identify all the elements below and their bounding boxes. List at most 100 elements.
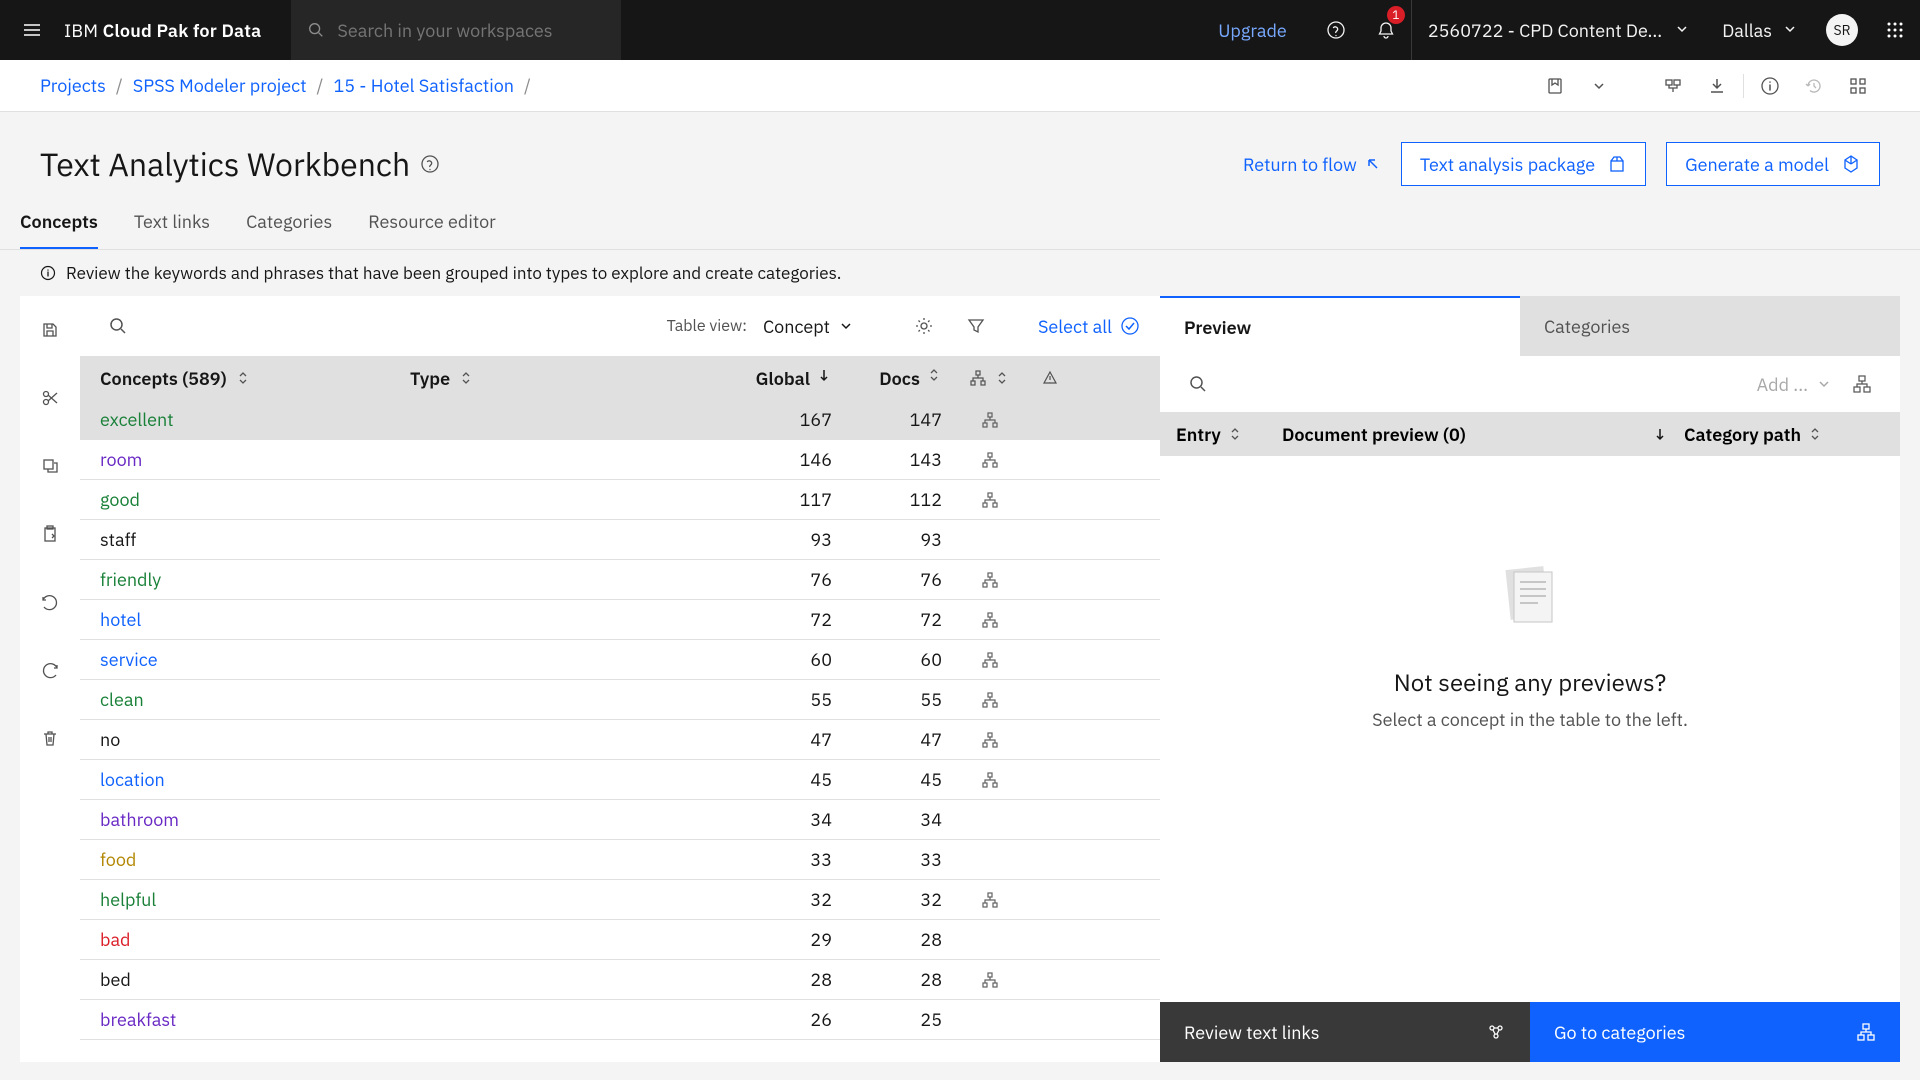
history-icon [1804, 76, 1824, 96]
arrow-up-left-icon [1365, 156, 1381, 172]
table-view-select[interactable]: Concept [763, 315, 854, 338]
sort-icon[interactable] [235, 370, 251, 386]
info-button[interactable] [1748, 60, 1792, 112]
table-row[interactable]: no4747 [80, 720, 1160, 760]
col-docs-header[interactable]: Docs [879, 367, 920, 390]
global-cell: 28 [730, 968, 840, 991]
global-cell: 72 [730, 608, 840, 631]
upload-button[interactable] [1651, 60, 1695, 112]
sort-icon[interactable] [926, 367, 942, 383]
concepts-table-body[interactable]: excellent167147room146143good117112staff… [80, 400, 1160, 1062]
notifications-button[interactable]: 1 [1361, 0, 1411, 60]
account-switcher[interactable]: 2560722 - CPD Content De... [1411, 0, 1706, 60]
cut-button[interactable] [30, 378, 70, 418]
table-row[interactable]: staff9393 [80, 520, 1160, 560]
hierarchy-button[interactable] [1844, 366, 1880, 402]
undo-button[interactable] [30, 582, 70, 622]
user-avatar[interactable]: SR [1826, 14, 1858, 46]
col-type-header[interactable]: Type [410, 367, 450, 390]
paste-icon [40, 524, 60, 544]
sort-icon[interactable] [994, 370, 1010, 386]
sort-icon[interactable] [458, 370, 474, 386]
filter-button[interactable] [958, 308, 994, 344]
tab-preview-categories[interactable]: Categories [1520, 296, 1880, 356]
docs-cell: 147 [840, 408, 950, 431]
bookmark-button[interactable] [1533, 60, 1577, 112]
col-global-header[interactable]: Global [756, 367, 810, 390]
concept-cell: bad [80, 928, 410, 951]
copy-button[interactable] [30, 446, 70, 486]
docs-cell: 112 [840, 488, 950, 511]
table-row[interactable]: helpful3232 [80, 880, 1160, 920]
table-row[interactable]: clean5555 [80, 680, 1160, 720]
return-to-flow-link[interactable]: Return to flow [1243, 153, 1381, 176]
table-row[interactable]: food3333 [80, 840, 1160, 880]
arrow-down-icon[interactable] [816, 367, 832, 383]
text-analysis-package-button[interactable]: Text analysis package [1401, 142, 1646, 186]
menu-button[interactable] [0, 0, 64, 60]
package-icon [1607, 154, 1627, 174]
history-button[interactable] [1792, 60, 1836, 112]
help-button[interactable] [1311, 0, 1361, 60]
help-icon[interactable] [420, 154, 440, 174]
download-button[interactable] [1695, 60, 1739, 112]
delete-button[interactable] [30, 718, 70, 758]
review-text-links-button[interactable]: Review text links [1160, 1002, 1530, 1062]
concepts-toolbar: Table view: Concept Select all [80, 296, 1160, 356]
col-doc-header[interactable]: Document preview (0) [1282, 423, 1466, 446]
tab-text-links[interactable]: Text links [134, 210, 210, 249]
table-row[interactable]: room146143 [80, 440, 1160, 480]
tab-categories[interactable]: Categories [246, 210, 332, 249]
table-row[interactable]: location4545 [80, 760, 1160, 800]
app-header: IBM Cloud Pak for Data Upgrade 1 2560722… [0, 0, 1920, 60]
sort-icon[interactable] [1807, 426, 1823, 442]
docs-cell: 28 [840, 928, 950, 951]
breadcrumb-link[interactable]: 15 - Hotel Satisfaction [333, 74, 514, 97]
search-concepts-button[interactable] [100, 308, 136, 344]
upgrade-link[interactable]: Upgrade [1194, 0, 1311, 60]
col-cat-header[interactable]: Category path [1684, 423, 1801, 446]
breadcrumb-link[interactable]: Projects [40, 74, 106, 97]
table-row[interactable]: bed2828 [80, 960, 1160, 1000]
search-preview-button[interactable] [1180, 366, 1216, 402]
search-icon [1188, 374, 1208, 394]
arrow-down-icon[interactable] [1652, 426, 1668, 442]
hierarchy-icon [1852, 374, 1872, 394]
global-cell: 55 [730, 688, 840, 711]
tab-preview[interactable]: Preview [1160, 296, 1520, 356]
generate-model-button[interactable]: Generate a model [1666, 142, 1880, 186]
table-row[interactable]: breakfast2625 [80, 1000, 1160, 1040]
col-concepts-header[interactable]: Concepts (589) [100, 367, 227, 390]
search-input[interactable] [337, 19, 605, 42]
paste-button[interactable] [30, 514, 70, 554]
global-search[interactable] [291, 0, 621, 60]
col-entry-header[interactable]: Entry [1176, 423, 1221, 446]
empty-title: Not seeing any previews? [1394, 666, 1666, 698]
add-dropdown[interactable]: Add ... [1757, 373, 1832, 396]
empty-subtitle: Select a concept in the table to the lef… [1372, 708, 1688, 731]
table-row[interactable]: hotel7272 [80, 600, 1160, 640]
table-row[interactable]: excellent167147 [80, 400, 1160, 440]
dropdown-button[interactable] [1577, 60, 1621, 112]
chevron-down-icon [1816, 376, 1832, 392]
tab-concepts[interactable]: Concepts [20, 210, 98, 249]
table-view-label: Table view: [667, 316, 747, 336]
redo-button[interactable] [30, 650, 70, 690]
table-row[interactable]: good117112 [80, 480, 1160, 520]
save-button[interactable] [30, 310, 70, 350]
table-row[interactable]: service6060 [80, 640, 1160, 680]
select-all-button[interactable]: Select all [1038, 315, 1140, 338]
table-row[interactable]: friendly7676 [80, 560, 1160, 600]
table-row[interactable]: bad2928 [80, 920, 1160, 960]
tab-resource-editor[interactable]: Resource editor [368, 210, 496, 249]
breadcrumb-link[interactable]: SPSS Modeler project [133, 74, 307, 97]
settings-button[interactable] [906, 308, 942, 344]
table-row[interactable]: bathroom3434 [80, 800, 1160, 840]
sort-icon[interactable] [1227, 426, 1243, 442]
app-switcher[interactable] [1870, 0, 1920, 60]
panel-button[interactable] [1836, 60, 1880, 112]
tree-cell [950, 892, 1030, 908]
document-stack-icon [1490, 556, 1570, 636]
go-to-categories-button[interactable]: Go to categories [1530, 1002, 1900, 1062]
region-switcher[interactable]: Dallas [1706, 0, 1814, 60]
